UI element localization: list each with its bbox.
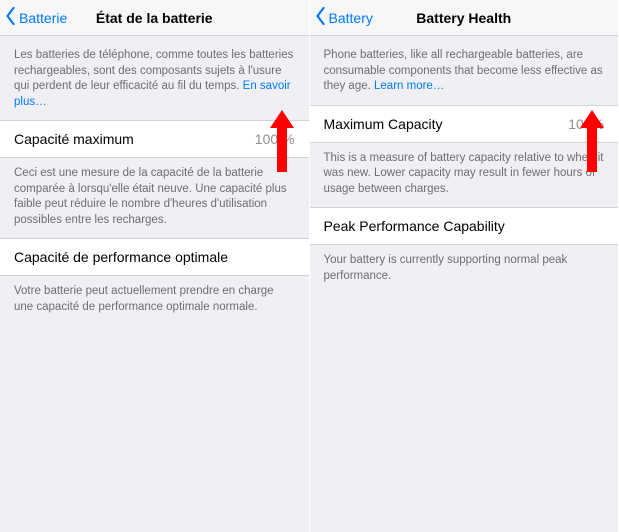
peak-performance-row: Capacité de performance optimale xyxy=(0,238,309,276)
navbar: Batterie État de la batterie xyxy=(0,0,309,36)
chevron-left-icon xyxy=(4,6,17,29)
intro-text: Phone batteries, like all rechargeable b… xyxy=(324,49,603,92)
back-button[interactable]: Batterie xyxy=(0,6,67,29)
max-capacity-row: Maximum Capacity 100% xyxy=(310,105,619,143)
back-label: Batterie xyxy=(19,10,67,26)
intro-description: Phone batteries, like all rechargeable b… xyxy=(310,36,619,105)
max-capacity-description: This is a measure of battery capacity re… xyxy=(310,143,619,208)
max-capacity-label: Maximum Capacity xyxy=(324,116,443,132)
peak-performance-label: Capacité de performance optimale xyxy=(14,249,228,265)
max-capacity-description: Ceci est une mesure de la capacité de la… xyxy=(0,158,309,238)
back-button[interactable]: Battery xyxy=(310,6,373,29)
phone-screen-right: Battery Battery Health Phone batteries, … xyxy=(310,0,619,532)
navbar: Battery Battery Health xyxy=(310,0,619,36)
max-capacity-value: 100 % xyxy=(255,131,295,147)
back-label: Battery xyxy=(329,10,373,26)
learn-more-link[interactable]: Learn more… xyxy=(374,80,444,92)
max-capacity-row: Capacité maximum 100 % xyxy=(0,120,309,158)
peak-performance-description: Your battery is currently supporting nor… xyxy=(310,245,619,294)
peak-performance-label: Peak Performance Capability xyxy=(324,218,505,234)
max-capacity-value: 100% xyxy=(568,116,604,132)
max-capacity-label: Capacité maximum xyxy=(14,131,134,147)
intro-description: Les batteries de téléphone, comme toutes… xyxy=(0,36,309,120)
chevron-left-icon xyxy=(314,6,327,29)
peak-performance-row: Peak Performance Capability xyxy=(310,207,619,245)
phone-screen-left: Batterie État de la batterie Les batteri… xyxy=(0,0,310,532)
peak-performance-description: Votre batterie peut actuellement prendre… xyxy=(0,276,309,325)
